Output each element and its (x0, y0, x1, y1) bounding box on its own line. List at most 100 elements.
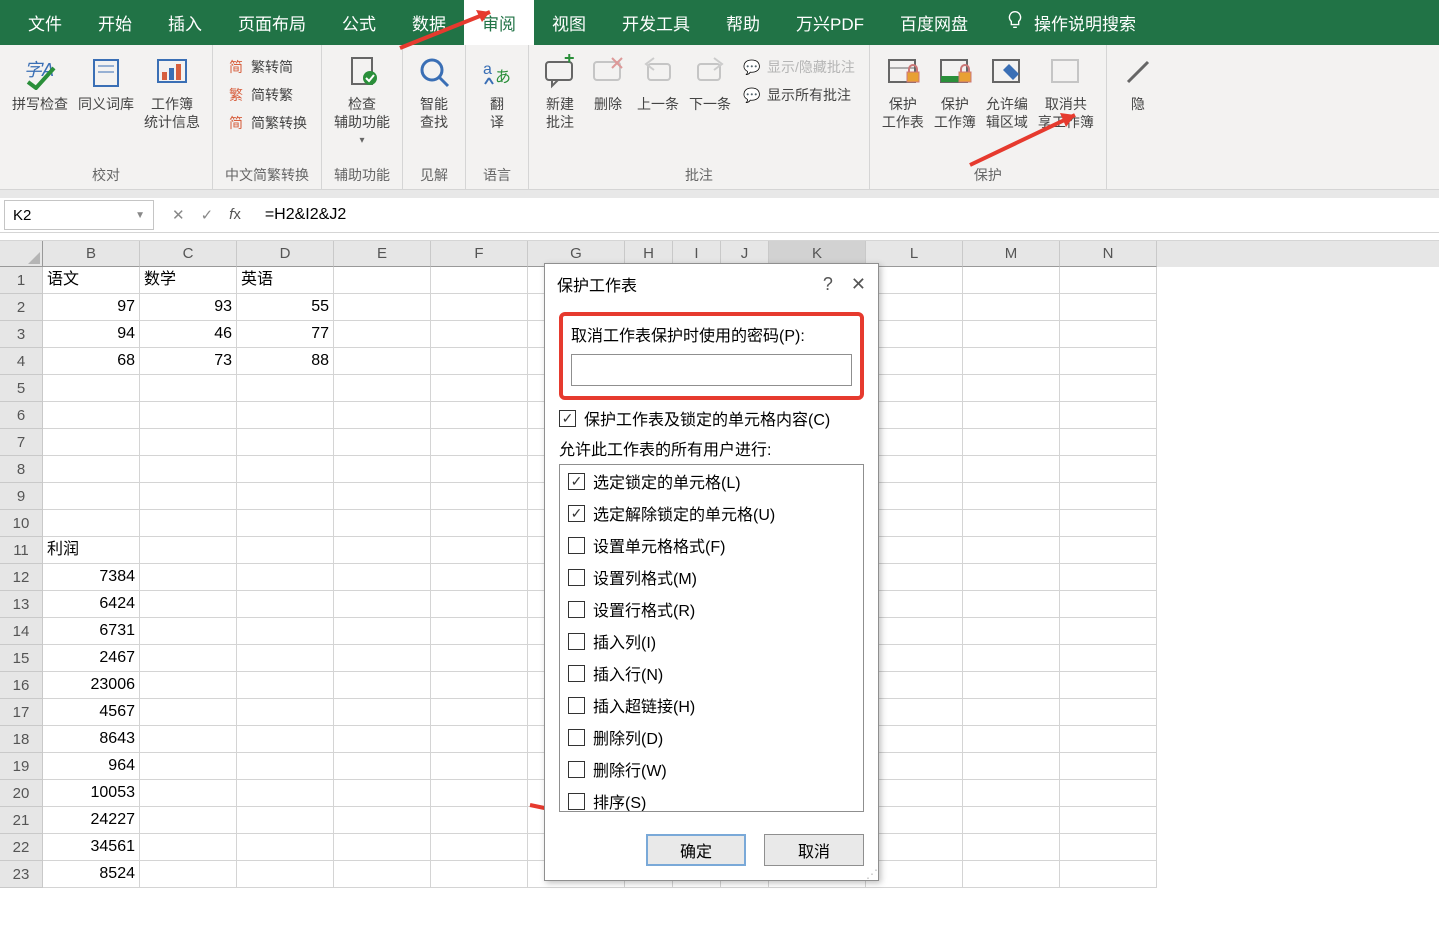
cell[interactable] (1060, 726, 1157, 753)
cell[interactable] (334, 564, 431, 591)
cell[interactable] (866, 402, 963, 429)
row-header[interactable]: 17 (0, 699, 43, 726)
cell[interactable] (431, 537, 528, 564)
cell[interactable] (431, 483, 528, 510)
cell[interactable] (963, 834, 1060, 861)
cell[interactable]: 8524 (43, 861, 140, 888)
cell[interactable] (963, 267, 1060, 294)
row-header[interactable]: 1 (0, 267, 43, 294)
cell[interactable] (431, 348, 528, 375)
cell[interactable] (140, 645, 237, 672)
cell[interactable] (431, 753, 528, 780)
col-header[interactable]: B (43, 241, 140, 267)
formula-input[interactable]: =H2&I2&J2 (255, 206, 1439, 224)
col-header[interactable]: L (866, 241, 963, 267)
cell[interactable] (334, 753, 431, 780)
cell[interactable] (334, 456, 431, 483)
cell[interactable] (866, 699, 963, 726)
show-all-comments-button[interactable]: 💬显示所有批注 (739, 83, 859, 107)
cell[interactable] (1060, 780, 1157, 807)
cell[interactable] (334, 375, 431, 402)
cell[interactable] (866, 645, 963, 672)
cell[interactable]: 6731 (43, 618, 140, 645)
cell[interactable] (237, 618, 334, 645)
cell[interactable] (963, 537, 1060, 564)
cell[interactable] (334, 699, 431, 726)
permission-item[interactable]: 设置列格式(M) (560, 561, 863, 593)
cell[interactable]: 24227 (43, 807, 140, 834)
permission-checkbox[interactable] (568, 601, 585, 618)
cell[interactable] (1060, 510, 1157, 537)
row-header[interactable]: 11 (0, 537, 43, 564)
cell[interactable] (431, 456, 528, 483)
cell[interactable] (1060, 807, 1157, 834)
permission-checkbox[interactable] (568, 665, 585, 682)
cell[interactable] (866, 564, 963, 591)
cell[interactable] (866, 267, 963, 294)
cell[interactable] (237, 483, 334, 510)
cell[interactable] (1060, 402, 1157, 429)
fx-icon[interactable]: fx (229, 206, 241, 224)
password-input[interactable] (571, 354, 852, 386)
cell[interactable] (1060, 564, 1157, 591)
permission-checkbox[interactable] (568, 729, 585, 746)
col-header[interactable]: F (431, 241, 528, 267)
row-header[interactable]: 21 (0, 807, 43, 834)
cell[interactable] (140, 861, 237, 888)
cell[interactable] (963, 483, 1060, 510)
cell[interactable]: 77 (237, 321, 334, 348)
cell[interactable] (237, 753, 334, 780)
cell[interactable] (1060, 375, 1157, 402)
row-header[interactable]: 14 (0, 618, 43, 645)
ribbon-tab-9[interactable]: 帮助 (708, 0, 778, 45)
cell[interactable] (431, 861, 528, 888)
cell[interactable] (1060, 483, 1157, 510)
permission-checkbox[interactable] (568, 537, 585, 554)
cell[interactable] (866, 780, 963, 807)
help-icon[interactable]: ? (823, 274, 833, 295)
cell[interactable] (963, 726, 1060, 753)
row-header[interactable]: 5 (0, 375, 43, 402)
cell[interactable] (963, 861, 1060, 888)
cell[interactable] (866, 510, 963, 537)
cell[interactable] (1060, 591, 1157, 618)
tell-me-search[interactable]: 操作说明搜索 (1004, 9, 1136, 36)
cell[interactable] (431, 564, 528, 591)
trad-to-simp-button[interactable]: 简繁转简 (223, 55, 311, 79)
cell[interactable] (237, 699, 334, 726)
cell[interactable] (334, 726, 431, 753)
cell[interactable] (866, 429, 963, 456)
permission-item[interactable]: 插入超链接(H) (560, 689, 863, 721)
cell[interactable] (866, 537, 963, 564)
cell[interactable] (237, 726, 334, 753)
cell[interactable] (963, 429, 1060, 456)
cell[interactable]: 英语 (237, 267, 334, 294)
cell[interactable] (334, 483, 431, 510)
ribbon-tab-1[interactable]: 开始 (80, 0, 150, 45)
ribbon-tab-3[interactable]: 页面布局 (220, 0, 324, 45)
cell[interactable] (866, 591, 963, 618)
cell[interactable] (237, 645, 334, 672)
protect-contents-checkbox[interactable]: ✓ (559, 410, 576, 427)
cell[interactable]: 6424 (43, 591, 140, 618)
cell[interactable] (431, 294, 528, 321)
cell[interactable]: 68 (43, 348, 140, 375)
cell[interactable] (431, 618, 528, 645)
cell[interactable] (1060, 618, 1157, 645)
cell[interactable] (237, 861, 334, 888)
cell[interactable] (866, 348, 963, 375)
cell[interactable] (866, 861, 963, 888)
cell[interactable] (140, 780, 237, 807)
ribbon-tab-7[interactable]: 视图 (534, 0, 604, 45)
cell[interactable] (1060, 537, 1157, 564)
permission-item[interactable]: 插入列(I) (560, 625, 863, 657)
cell[interactable] (963, 645, 1060, 672)
cell[interactable] (334, 834, 431, 861)
row-header[interactable]: 4 (0, 348, 43, 375)
permission-checkbox[interactable] (568, 633, 585, 650)
cell[interactable] (140, 429, 237, 456)
permission-item[interactable]: ✓选定解除锁定的单元格(U) (560, 497, 863, 529)
cell[interactable]: 10053 (43, 780, 140, 807)
new-comment-button[interactable]: + 新建 批注 (539, 51, 581, 133)
cell[interactable] (140, 537, 237, 564)
